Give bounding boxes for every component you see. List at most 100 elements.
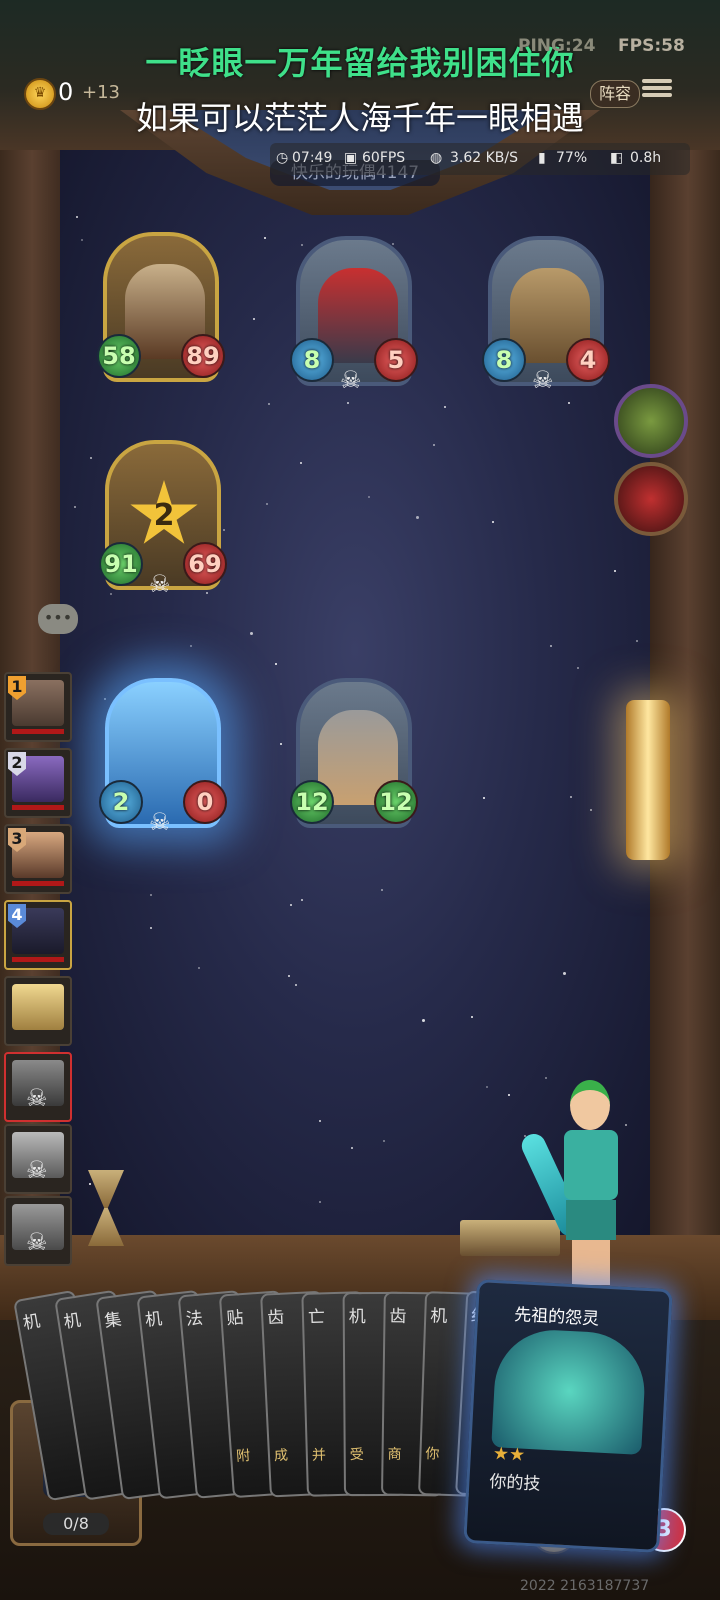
ping-readout: PING:24 [518, 36, 596, 56]
star-decoration [319, 1120, 321, 1122]
opponent-slot-7[interactable]: ☠ [4, 1124, 72, 1194]
status-duration: 0.8h [630, 150, 662, 166]
star-decoration [268, 403, 270, 405]
performance-status-bar: ◷ 07:49 ▣ 60FPS ◍ 3.62 KB/S ▮ 77% ◧ 0.8h [270, 143, 690, 175]
hand-card-title: 机 [144, 1309, 164, 1331]
star-decoration [295, 984, 297, 986]
minion-health: 69 [183, 542, 227, 586]
featured-hand-card[interactable]: 先祖的怨灵 ★★ 你的技 [463, 1279, 673, 1553]
star-decoration [570, 796, 572, 798]
minion-health: 89 [181, 334, 225, 378]
opponent-slot-8[interactable]: ☠ [4, 1196, 72, 1266]
star-decoration [577, 667, 579, 669]
lyric-line-2: 如果可以茫茫人海千年一眼相遇 [135, 99, 584, 137]
opponent-avatar [12, 984, 64, 1030]
network-icon: ◍ [430, 150, 443, 166]
fps-readout: FPS:58 [618, 36, 685, 56]
quest-icon[interactable] [614, 384, 688, 458]
star-decoration [190, 645, 192, 647]
hand-card-desc: 受 [349, 1447, 364, 1464]
hand-card-title: 机 [429, 1306, 448, 1327]
star-decoration [290, 904, 292, 906]
timer-icon: ◧ [610, 150, 624, 166]
board-minion[interactable]: 58 89 [97, 232, 225, 382]
star-decoration [383, 1140, 385, 1142]
skull-icon: ☠ [149, 808, 171, 836]
status-battery: 77% [556, 150, 588, 166]
minion-attack: 8 [482, 338, 526, 382]
star-decoration [381, 889, 383, 891]
star-decoration [636, 640, 638, 642]
fps-icon: ▣ [344, 150, 358, 166]
featured-card-desc: 你的技 [488, 1471, 541, 1495]
hand-card-desc: 附 [235, 1447, 251, 1465]
star-decoration [104, 698, 106, 700]
star-decoration [351, 1147, 353, 1149]
star-decoration [301, 899, 303, 901]
star-decoration [288, 975, 290, 977]
star-decoration [150, 894, 152, 896]
star-decoration [492, 521, 494, 523]
board-minion[interactable]: 8 4 ☠ [482, 236, 610, 394]
star-decoration [198, 967, 200, 969]
chat-icon[interactable]: ••• [38, 604, 78, 634]
minion-attack: 12 [290, 780, 334, 824]
opponent-slot-6[interactable]: ☠ [4, 1052, 72, 1122]
star-decoration [275, 663, 277, 665]
star-decoration [253, 318, 255, 320]
opponent-slot-3[interactable]: 3 [4, 824, 72, 894]
star-decoration [368, 496, 370, 498]
status-time: 07:49 [292, 150, 333, 166]
minion-health: 5 [374, 338, 418, 382]
opponent-slot-2[interactable]: 2 [4, 748, 72, 818]
star-decoration [264, 237, 266, 239]
hand-card-title: 齿 [389, 1306, 407, 1327]
hand-card-title: 贴 [225, 1308, 245, 1330]
opponent-slot-5[interactable] [4, 976, 72, 1046]
minion-health: 4 [566, 338, 610, 382]
slot-count: 0/8 [43, 1513, 109, 1535]
star-decoration [90, 457, 92, 459]
player-hero[interactable] [556, 1070, 626, 1290]
hand-card-title: 齿 [266, 1307, 285, 1329]
star-decoration [568, 402, 570, 404]
opponent-slot-4[interactable]: 4 [4, 900, 72, 970]
board-minion[interactable]: 2 91 69 ☠ [99, 440, 227, 598]
star-decoration [223, 529, 225, 531]
board-minion[interactable]: 2 0 ☠ [99, 678, 227, 836]
hand-card-desc: 你 [425, 1446, 440, 1463]
hero-power-icon[interactable] [614, 462, 688, 536]
star-decoration [74, 506, 76, 508]
hand-card-title: 亡 [307, 1307, 326, 1328]
hand-card-desc: 成 [273, 1447, 289, 1465]
star-decoration [319, 1201, 321, 1203]
featured-card-stars: ★★ [492, 1443, 526, 1466]
featured-card-art [491, 1327, 648, 1455]
featured-card-title: 先祖的怨灵 [513, 1305, 600, 1330]
status-framerate: 60FPS [362, 150, 406, 166]
star-decoration [614, 570, 616, 572]
hand-card-title: 机 [21, 1311, 42, 1334]
hand-card-title: 机 [348, 1307, 366, 1328]
hourglass-icon [88, 1170, 124, 1250]
hand-card-title: 法 [184, 1308, 204, 1330]
star-decoration [81, 239, 83, 241]
opponent-slot-1[interactable]: 1 [4, 672, 72, 742]
star-decoration [416, 516, 419, 519]
star-decoration [300, 462, 302, 464]
star-decoration [422, 1019, 425, 1022]
board-minion[interactable]: 12 12 [290, 678, 418, 828]
star-decoration [110, 593, 112, 595]
board-minion[interactable]: 8 5 ☠ [290, 236, 418, 394]
star-decoration [250, 632, 253, 635]
hand-card-desc: 并 [311, 1447, 327, 1464]
opponent-health-bar [12, 957, 64, 962]
star-decoration [150, 927, 152, 929]
clock-icon: ◷ [276, 150, 289, 166]
opponent-health-bar [12, 805, 64, 810]
opponent-health-bar [12, 729, 64, 734]
star-decoration [590, 809, 592, 811]
star-decoration [508, 1094, 510, 1096]
star-decoration [206, 592, 208, 594]
hand-card-title: 集 [103, 1309, 123, 1332]
